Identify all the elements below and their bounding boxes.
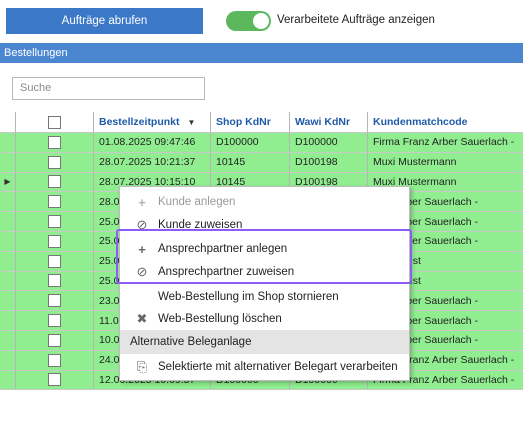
row-checkbox[interactable]: [48, 234, 61, 248]
row-indicator: [0, 251, 16, 271]
row-checkbox[interactable]: [48, 195, 61, 209]
person-add-icon: +: [138, 241, 146, 257]
row-indicator: [0, 231, 16, 251]
row-indicator: [0, 291, 16, 311]
sort-desc-icon: ▼: [187, 117, 196, 127]
row-indicator: [0, 152, 16, 172]
toggle-knob: [253, 13, 269, 29]
row-select-cell: [16, 350, 94, 370]
fetch-orders-button[interactable]: Aufträge abrufen: [6, 8, 203, 34]
menu-item-ansprechpartner-anlegen[interactable]: + Ansprechpartner anlegen: [120, 237, 409, 261]
header-customer-matchcode[interactable]: Kundenmatchcode: [368, 112, 523, 132]
row-select-cell: [16, 370, 94, 390]
table-header-row: Bestellzeitpunkt ▼ Shop KdNr Wawi KdNr Ku…: [0, 112, 523, 133]
row-indicator: [0, 370, 16, 390]
row-checkbox[interactable]: [48, 155, 61, 169]
delete-x-icon: ✖: [136, 311, 148, 326]
row-select-cell: [16, 311, 94, 330]
menu-item-ansprechpartner-zuweisen[interactable]: ⊘ Ansprechpartner zuweisen: [120, 260, 409, 284]
row-indicator: [0, 271, 16, 291]
header-wawi-customer-no[interactable]: Wawi KdNr: [290, 112, 368, 132]
shop-customer-no-cell: 10145: [211, 152, 290, 172]
row-indicator: [0, 192, 16, 212]
search-input[interactable]: Suche: [12, 77, 205, 100]
customer-matchcode-cell: Muxi Mustermann: [373, 156, 457, 169]
menu-item-label: Kunde zuweisen: [158, 219, 243, 231]
wawi-customer-no-cell: D100198: [290, 152, 368, 172]
row-indicator: [0, 133, 16, 152]
row-checkbox[interactable]: [48, 353, 61, 367]
person-add-icon: +: [138, 194, 146, 210]
row-checkbox[interactable]: [48, 254, 61, 268]
customer-matchcode-cell: Firma Franz Arber Sauerlach -: [373, 136, 515, 149]
show-processed-label: Verarbeitete Aufträge anzeigen: [277, 14, 435, 26]
link-icon: ⊘: [136, 264, 148, 279]
row-checkbox[interactable]: [48, 215, 61, 229]
row-checkbox[interactable]: [48, 373, 61, 387]
row-checkbox[interactable]: [48, 294, 61, 308]
menu-item-label: Ansprechpartner zuweisen: [158, 266, 295, 278]
row-select-cell: [16, 330, 94, 350]
header-row-indicator: [0, 112, 16, 132]
menu-item-label: Web-Bestellung im Shop stornieren: [158, 291, 339, 303]
wawi-customer-no-cell: D100000: [290, 133, 368, 152]
header-order-time-label: Bestellzeitpunkt: [99, 116, 180, 128]
table-row[interactable]: 01.08.2025 09:47:46 D100000 D100000 Firma F…: [0, 133, 523, 153]
row-select-cell: [16, 271, 94, 291]
row-checkbox[interactable]: [48, 333, 61, 347]
row-indicator: ▶: [0, 172, 16, 192]
row-select-cell: [16, 231, 94, 251]
menu-item-selektierte-mit-alternativer-belegart-verarbeiten[interactable]: ⎘ Selektierte mit alternativer Belegart v…: [120, 355, 409, 379]
menu-item-alternative-beleganlage: Alternative Beleganlage: [120, 330, 409, 354]
row-indicator: [0, 330, 16, 350]
row-select-cell: [16, 152, 94, 172]
row-checkbox[interactable]: [48, 175, 61, 189]
shop-customer-no-cell: D100000: [211, 133, 290, 152]
menu-item-kunde-anlegen[interactable]: + Kunde anlegen: [120, 190, 409, 214]
row-select-cell: [16, 172, 94, 192]
show-processed-toggle[interactable]: [226, 11, 271, 31]
header-order-time[interactable]: Bestellzeitpunkt ▼: [94, 112, 211, 132]
link-icon: ⊘: [136, 217, 148, 232]
table-row[interactable]: 28.07.2025 10:21:37 10145 D100198 Muxi Must…: [0, 152, 523, 173]
menu-item-label: Web-Bestellung löschen: [158, 313, 282, 325]
panel-title: Bestellungen: [0, 43, 523, 63]
row-checkbox[interactable]: [48, 314, 61, 328]
menu-item-label: Ansprechpartner anlegen: [158, 243, 288, 255]
toolbar: Aufträge abrufen Verarbeitete Aufträge a…: [0, 0, 523, 42]
row-checkbox[interactable]: [48, 135, 61, 149]
menu-item-web-bestellung-l-schen[interactable]: ✖ Web-Bestellung löschen: [120, 307, 409, 331]
row-indicator: [0, 350, 16, 370]
row-select-cell: [16, 212, 94, 231]
header-select-cell: [16, 112, 94, 132]
row-select-cell: [16, 133, 94, 152]
row-indicator: [0, 311, 16, 330]
order-time-cell: 28.07.2025 10:21:37: [94, 152, 211, 172]
row-checkbox[interactable]: [48, 274, 61, 288]
context-menu: + Kunde anlegen ⊘ Kunde zuweisen + Ansprechpa…: [119, 186, 410, 381]
row-select-cell: [16, 251, 94, 271]
header-shop-customer-no[interactable]: Shop KdNr: [211, 112, 290, 132]
process-icon: ⎘: [136, 359, 148, 374]
menu-item-label: Selektierte mit alternativer Belegart ve…: [158, 361, 398, 373]
row-indicator: [0, 212, 16, 231]
menu-item-kunde-zuweisen[interactable]: ⊘ Kunde zuweisen: [120, 213, 409, 237]
row-select-cell: [16, 192, 94, 212]
menu-item-label: Kunde anlegen: [158, 196, 236, 208]
row-select-cell: [16, 291, 94, 311]
current-row-pointer-icon: ▶: [4, 177, 11, 187]
order-time-cell: 01.08.2025 09:47:46: [94, 133, 211, 152]
menu-item-label: Alternative Beleganlage: [130, 336, 252, 348]
menu-item-web-bestellung-im-shop-stornieren[interactable]: Web-Bestellung im Shop stornieren: [120, 285, 409, 309]
select-all-checkbox[interactable]: [48, 115, 61, 129]
